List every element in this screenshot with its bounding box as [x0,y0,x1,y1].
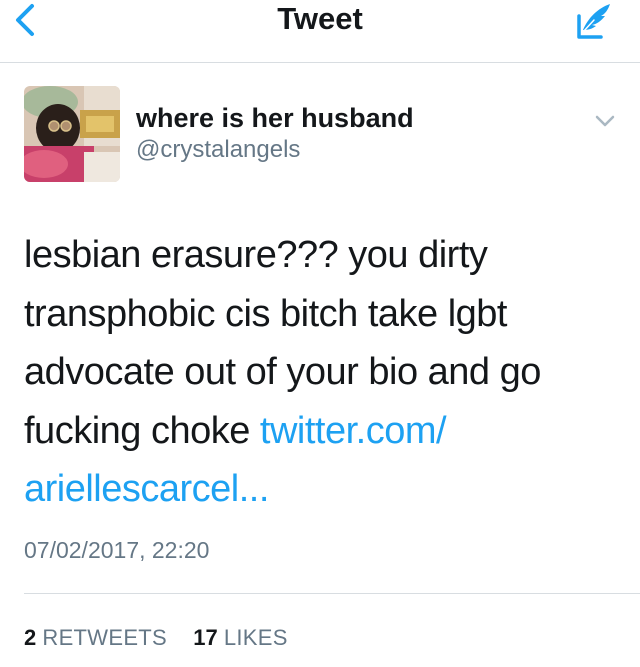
tweet-text-line: ariellescarcel... [24,460,624,519]
page-title: Tweet [277,1,363,36]
author-display-name[interactable]: where is her husband [136,102,414,134]
compose-feather-icon[interactable] [570,0,618,42]
divider [24,593,640,594]
retweets-count: 2 [24,625,37,650]
likes-label: LIKES [223,625,288,650]
tweet-timestamp: 07/02/2017, 22:20 [24,537,210,563]
tweet-link[interactable]: twitter.com/ [260,410,447,452]
retweets-stat[interactable]: 2 RETWEETS [24,625,173,650]
tweet-text-line: fucking choke twitter.com/ [24,402,624,461]
tweet-text-segment: fucking choke [24,409,260,452]
tweet-link[interactable]: ariellescarcel... [24,468,269,510]
tweet-text-segment: advocate out of your bio and go [24,351,541,393]
tweet-stats: 2 RETWEETS 17 LIKES [24,624,288,652]
tweet-text-segment: lesbian erasure??? you dirty [24,234,488,276]
likes-count: 17 [193,625,218,650]
author-handle[interactable]: @crystalangels [136,136,300,164]
tweet-text: lesbian erasure??? you dirty transphobic… [24,226,624,519]
tweet-text-line: lesbian erasure??? you dirty [24,226,624,285]
avatar[interactable] [24,86,120,182]
chevron-down-icon[interactable] [590,110,620,132]
tweet-text-line: transphobic cis bitch take lgbt [24,285,624,344]
navigation-bar: Tweet [0,0,640,63]
tweet-text-segment: transphobic cis bitch take lgbt [24,292,508,335]
likes-stat[interactable]: 17 LIKES [187,625,288,650]
tweet-text-line: advocate out of your bio and go [24,343,624,402]
retweets-label: RETWEETS [42,625,167,650]
